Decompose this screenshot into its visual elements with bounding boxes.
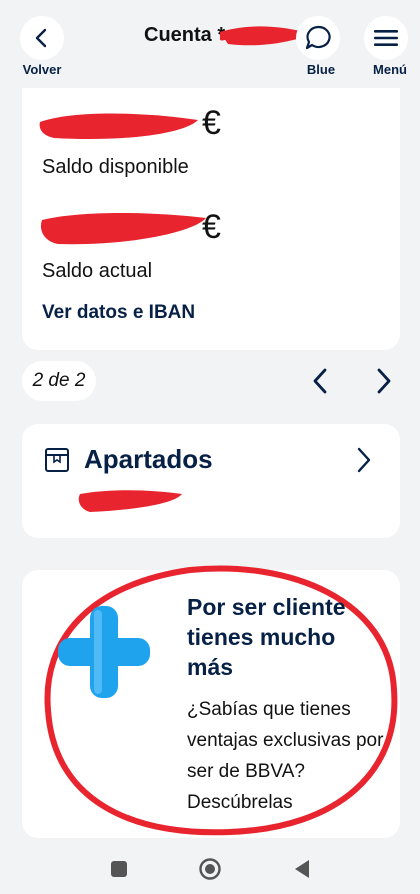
promo-title: Por ser cliente tienes mucho más bbox=[187, 594, 346, 680]
system-navigation-bar bbox=[0, 844, 420, 894]
page-title: Cuenta * bbox=[144, 24, 226, 46]
chevron-right-icon bbox=[357, 447, 371, 473]
plus-icon bbox=[58, 606, 150, 698]
blue-assistant-button[interactable] bbox=[296, 16, 340, 60]
app-header: Volver Cuenta * Blue Menú bbox=[0, 0, 420, 88]
circle-icon bbox=[199, 858, 221, 880]
back-button[interactable] bbox=[20, 16, 64, 60]
view-iban-link[interactable]: Ver datos e IBAN bbox=[42, 302, 195, 324]
box-icon bbox=[45, 448, 69, 472]
back-nav-button[interactable] bbox=[289, 856, 315, 882]
apartados-card[interactable]: Apartados bbox=[22, 424, 400, 538]
square-icon bbox=[111, 861, 127, 877]
menu-button[interactable] bbox=[364, 16, 408, 60]
current-balance-label: Saldo actual bbox=[42, 260, 153, 282]
next-account-button[interactable] bbox=[368, 366, 398, 396]
chevron-left-icon bbox=[313, 368, 327, 394]
pager-text: 2 de 2 bbox=[32, 370, 86, 391]
promo-text: ¿Sabías que tienes ventajas exclusivas p… bbox=[187, 699, 384, 813]
available-balance-currency: € bbox=[202, 104, 221, 142]
apartados-title: Apartados bbox=[84, 444, 213, 474]
back-label[interactable]: Volver bbox=[14, 62, 70, 77]
account-pager: 2 de 2 bbox=[22, 361, 96, 401]
triangle-back-icon bbox=[295, 860, 309, 878]
home-button[interactable] bbox=[197, 856, 223, 882]
account-balance-card: € Saldo disponible € Saldo actual Ver da… bbox=[22, 88, 400, 350]
redaction-mark bbox=[78, 490, 182, 512]
redaction-mark bbox=[39, 113, 199, 140]
redaction-mark bbox=[40, 213, 207, 245]
menu-label[interactable]: Menú bbox=[366, 62, 414, 77]
chat-bubble-icon bbox=[305, 25, 331, 50]
previous-account-button[interactable] bbox=[306, 366, 336, 396]
hamburger-menu-icon bbox=[374, 30, 398, 46]
available-balance-label: Saldo disponible bbox=[42, 156, 189, 178]
chevron-left-icon bbox=[35, 28, 47, 48]
blue-label[interactable]: Blue bbox=[298, 62, 344, 77]
recents-button[interactable] bbox=[106, 856, 132, 882]
current-balance-currency: € bbox=[202, 208, 221, 246]
chevron-right-icon bbox=[377, 368, 391, 394]
